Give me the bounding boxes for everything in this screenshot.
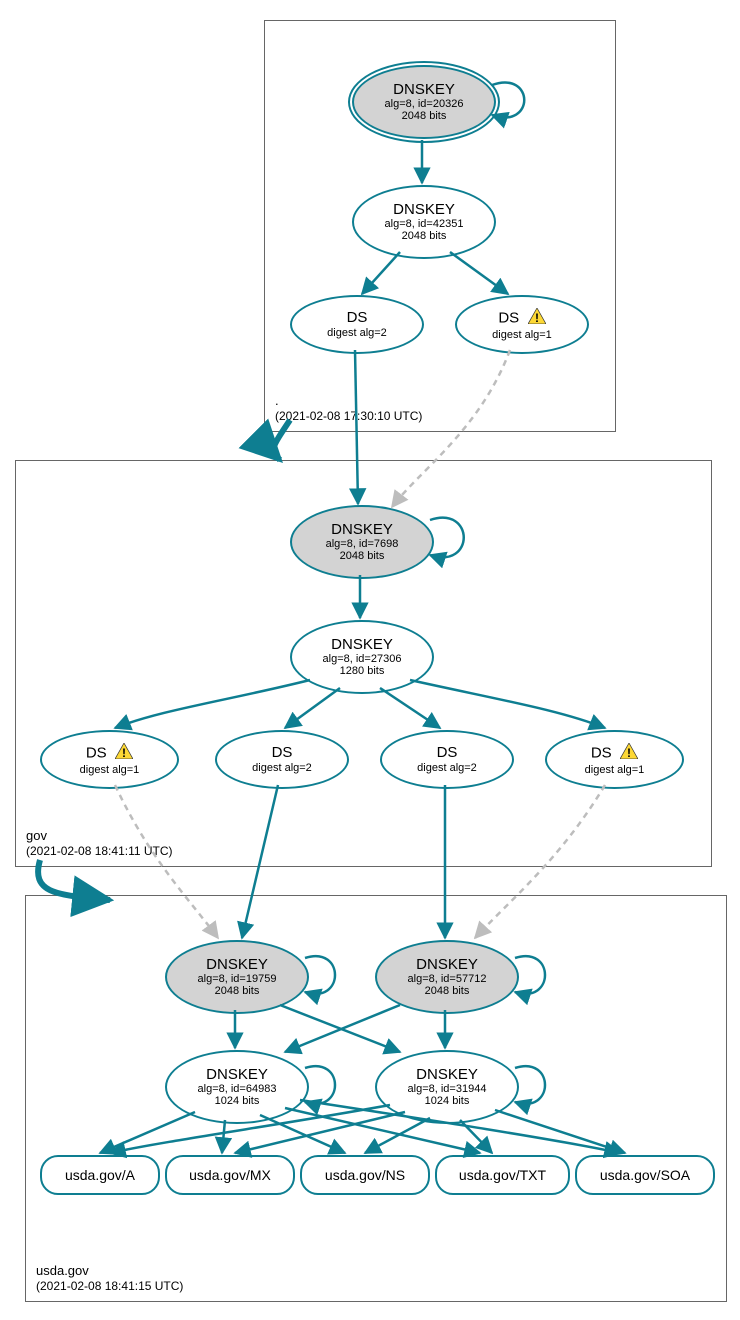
- node-usda-zsk1: DNSKEY alg=8, id=64983 1024 bits: [165, 1050, 309, 1124]
- label: 1280 bits: [340, 665, 385, 677]
- node-usda-zsk2: DNSKEY alg=8, id=31944 1024 bits: [375, 1050, 519, 1124]
- label: 1024 bits: [425, 1095, 470, 1107]
- label: alg=8, id=42351: [385, 218, 464, 230]
- zone-root-label: . (2021-02-08 17:30:10 UTC): [275, 393, 422, 425]
- label: DS: [591, 745, 612, 762]
- svg-text:!: !: [627, 746, 631, 759]
- zone-usda-label: usda.gov (2021-02-08 18:41:15 UTC): [36, 1263, 183, 1295]
- zone-usda: usda.gov (2021-02-08 18:41:15 UTC): [25, 895, 727, 1302]
- node-gov-ds2: DS digest alg=2: [215, 730, 349, 789]
- label: DS: [347, 310, 368, 327]
- label: alg=8, id=19759: [198, 973, 277, 985]
- label: DNSKEY: [331, 637, 393, 654]
- label: DNSKEY: [393, 202, 455, 219]
- warning-icon: !: [620, 743, 638, 764]
- rr-mx: usda.gov/MX: [165, 1155, 295, 1195]
- zone-gov-label: gov (2021-02-08 18:41:11 UTC): [26, 828, 173, 860]
- label: DNSKEY: [206, 957, 268, 974]
- label: 2048 bits: [340, 550, 385, 562]
- node-gov-ksk: DNSKEY alg=8, id=7698 2048 bits: [290, 505, 434, 579]
- svg-text:!: !: [535, 311, 539, 324]
- node-root-ksk: DNSKEY alg=8, id=20326 2048 bits: [352, 65, 496, 139]
- label: 2048 bits: [425, 985, 470, 997]
- zone-gov-name: gov: [26, 828, 173, 845]
- label: 2048 bits: [402, 230, 447, 242]
- label: digest alg=1: [492, 329, 552, 341]
- label: 2048 bits: [215, 985, 260, 997]
- label: DNSKEY: [206, 1067, 268, 1084]
- label: DS: [86, 745, 107, 762]
- rr-ns: usda.gov/NS: [300, 1155, 430, 1195]
- zone-root-ts: (2021-02-08 17:30:10 UTC): [275, 409, 422, 425]
- label: DNSKEY: [416, 1067, 478, 1084]
- zone-root-name: .: [275, 393, 422, 410]
- warning-icon: !: [528, 308, 546, 329]
- zone-gov-ts: (2021-02-08 18:41:11 UTC): [26, 844, 173, 860]
- label: DS: [437, 745, 458, 762]
- label: alg=8, id=64983: [198, 1083, 277, 1095]
- label: alg=8, id=27306: [323, 653, 402, 665]
- warning-icon: !: [115, 743, 133, 764]
- node-gov-ds4: DS ! digest alg=1: [545, 730, 684, 789]
- node-usda-ksk1: DNSKEY alg=8, id=19759 2048 bits: [165, 940, 309, 1014]
- svg-text:!: !: [122, 746, 126, 759]
- label: digest alg=1: [80, 764, 140, 776]
- label: digest alg=2: [327, 327, 387, 339]
- label: alg=8, id=57712: [408, 973, 487, 985]
- zone-usda-ts: (2021-02-08 18:41:15 UTC): [36, 1279, 183, 1295]
- zone-usda-name: usda.gov: [36, 1263, 183, 1280]
- node-usda-ksk2: DNSKEY alg=8, id=57712 2048 bits: [375, 940, 519, 1014]
- rr-a: usda.gov/A: [40, 1155, 160, 1195]
- node-root-zsk: DNSKEY alg=8, id=42351 2048 bits: [352, 185, 496, 259]
- label: digest alg=2: [417, 762, 477, 774]
- node-gov-ds3: DS digest alg=2: [380, 730, 514, 789]
- node-root-ds1: DS digest alg=2: [290, 295, 424, 354]
- label: DNSKEY: [331, 522, 393, 539]
- label: DNSKEY: [393, 82, 455, 99]
- node-root-ds2: DS ! digest alg=1: [455, 295, 589, 354]
- label: alg=8, id=31944: [408, 1083, 487, 1095]
- rr-soa: usda.gov/SOA: [575, 1155, 715, 1195]
- label: digest alg=1: [585, 764, 645, 776]
- label: digest alg=2: [252, 762, 312, 774]
- node-gov-zsk: DNSKEY alg=8, id=27306 1280 bits: [290, 620, 434, 694]
- label: 1024 bits: [215, 1095, 260, 1107]
- label: alg=8, id=7698: [326, 538, 399, 550]
- label: alg=8, id=20326: [385, 98, 464, 110]
- label: DNSKEY: [416, 957, 478, 974]
- label: DS: [498, 310, 519, 327]
- node-gov-ds1: DS ! digest alg=1: [40, 730, 179, 789]
- rr-txt: usda.gov/TXT: [435, 1155, 570, 1195]
- label: DS: [272, 745, 293, 762]
- label: 2048 bits: [402, 110, 447, 122]
